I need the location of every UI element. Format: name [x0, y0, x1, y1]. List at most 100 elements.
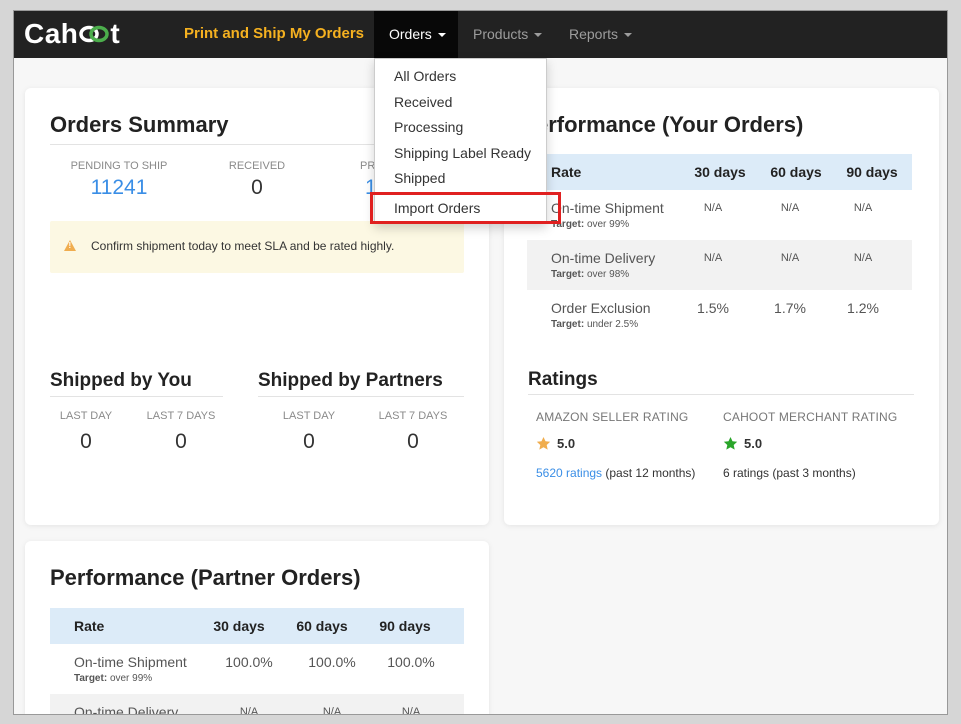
ratings-title: Ratings [528, 369, 598, 390]
value-60-days: 1.7% [774, 300, 806, 316]
value-90-days: N/A [401, 706, 421, 715]
partners-last-7-days-label: LAST 7 DAYS [378, 410, 448, 422]
metric-name: Order Exclusion [551, 300, 651, 316]
value-60-days: N/A [322, 706, 342, 715]
cahoot-merchant-rating-score: 5.0 [723, 436, 762, 451]
value-60-days: N/A [780, 252, 800, 264]
metric-target: Target: over 99% [551, 219, 629, 230]
shipped-by-you-title: Shipped by You [50, 370, 192, 391]
nav-products-menu[interactable]: Products [473, 11, 543, 58]
value-30-days: N/A [239, 706, 259, 715]
screenshot-frame: Cah t Print and Ship My Orders Orders Pr… [0, 0, 961, 724]
menu-item-shipping-label-ready[interactable]: Shipping Label Ready [375, 142, 546, 168]
performance-your-orders-table: Rate 30 days 60 days 90 days On-time Shi… [527, 154, 912, 340]
column-header-90-days: 90 days [379, 618, 431, 634]
orders-dropdown-menu: All Orders Received Processing Shipping … [370, 58, 561, 224]
metric-name: On-time Delivery [74, 704, 179, 715]
nav-products-label: Products [473, 26, 529, 42]
nav-orders-menu[interactable]: Orders [374, 11, 458, 58]
orders-summary-title: Orders Summary [50, 112, 229, 137]
menu-item-processing[interactable]: Processing [375, 116, 546, 142]
value-30-days: N/A [703, 252, 723, 264]
star-icon [723, 436, 738, 450]
column-header-rate: Rate [74, 618, 105, 634]
target-label: Target: [551, 269, 585, 280]
amazon-ratings-link[interactable]: 5620 ratings [536, 466, 602, 480]
logo-text-right: t [110, 18, 121, 49]
target-label: Target: [74, 673, 108, 684]
performance-partner-orders-table: Rate 30 days 60 days 90 days On-time Shi… [50, 608, 464, 715]
chevron-down-icon [437, 33, 446, 38]
target-value: over 98% [586, 269, 630, 280]
pending-to-ship-label: PENDING TO SHIP [70, 160, 168, 172]
table-row: On-time Shipment Target: over 99% N/A N/… [527, 190, 912, 240]
column-header-30-days: 30 days [694, 164, 746, 180]
target-value: under 2.5% [586, 319, 639, 330]
performance-partner-orders-card: Performance (Partner Orders) Rate 30 day… [25, 541, 489, 715]
amazon-seller-rating-score: 5.0 [536, 436, 575, 451]
column-header-60-days: 60 days [770, 164, 822, 180]
metric-name: On-time Delivery [551, 250, 656, 266]
value-60-days: N/A [780, 202, 800, 214]
you-last-7-days-value: 0 [175, 430, 187, 453]
value-90-days: N/A [853, 202, 873, 214]
sla-alert: Confirm shipment today to meet SLA and b… [50, 221, 464, 273]
top-navbar: Cah t Print and Ship My Orders Orders Pr… [14, 11, 947, 58]
shipped-by-partners-title: Shipped by Partners [258, 370, 443, 391]
table-row: On-time Delivery N/A N/A N/A [50, 694, 464, 715]
target-value: over 99% [586, 219, 630, 230]
metric-target: Target: under 2.5% [551, 319, 638, 330]
column-header-90-days: 90 days [846, 164, 898, 180]
amazon-seller-rating-label: AMAZON SELLER RATING [536, 410, 689, 424]
divider [258, 396, 464, 397]
menu-item-import-orders[interactable]: Import Orders [370, 191, 561, 224]
amazon-rating-count: 5620 ratings (past 12 months) [536, 466, 695, 480]
column-header-30-days: 30 days [213, 618, 265, 634]
cahoot-rating-count: 6 ratings (past 3 months) [723, 466, 856, 480]
warning-icon [64, 240, 76, 251]
amazon-rating-period: (past 12 months) [605, 466, 696, 480]
table-row: On-time Shipment Target: over 99% 100.0%… [50, 644, 464, 694]
target-label: Target: [551, 319, 585, 330]
nav-reports-menu[interactable]: Reports [569, 11, 633, 58]
target-value: over 99% [109, 673, 153, 684]
received-value[interactable]: 0 [211, 176, 303, 200]
value-30-days: N/A [703, 202, 723, 214]
app-window: Cah t Print and Ship My Orders Orders Pr… [13, 10, 948, 715]
cahoot-logo[interactable]: Cah t [24, 18, 121, 49]
partners-last-7-days-value: 0 [407, 430, 419, 453]
divider [528, 394, 914, 395]
table-row: Order Exclusion Target: under 2.5% 1.5% … [527, 290, 912, 340]
menu-item-received[interactable]: Received [375, 91, 546, 117]
value-30-days: 1.5% [697, 300, 729, 316]
chevron-down-icon [624, 33, 633, 38]
divider [50, 396, 223, 397]
metric-name: On-time Shipment [74, 654, 187, 670]
value-30-days: 100.0% [225, 654, 273, 670]
value-90-days: N/A [853, 252, 873, 264]
nav-orders-label: Orders [389, 26, 432, 42]
column-header-60-days: 60 days [296, 618, 348, 634]
value-60-days: 100.0% [308, 654, 356, 670]
performance-your-orders-title: erformance (Your Orders) [536, 112, 804, 137]
cahoot-score-value: 5.0 [744, 436, 763, 451]
partners-last-day-value: 0 [303, 430, 315, 453]
star-icon [536, 436, 551, 450]
chevron-down-icon [534, 33, 543, 38]
logo-text-left: Cah [24, 18, 79, 49]
column-header-rate: Rate [551, 164, 582, 180]
you-last-day-value: 0 [80, 430, 92, 453]
pending-to-ship-value[interactable]: 11241 [60, 176, 178, 200]
menu-item-all-orders[interactable]: All Orders [375, 65, 546, 91]
logo-link-icon [79, 25, 110, 43]
amazon-score-value: 5.0 [557, 436, 576, 451]
menu-item-shipped[interactable]: Shipped [375, 167, 546, 193]
sla-alert-text: Confirm shipment today to meet SLA and b… [91, 239, 395, 253]
you-last-day-label: LAST DAY [59, 410, 113, 422]
you-last-7-days-label: LAST 7 DAYS [146, 410, 216, 422]
received-label: RECEIVED [228, 160, 286, 172]
metric-target: Target: over 98% [551, 269, 629, 280]
performance-your-orders-card: erformance (Your Orders) Rate 30 days 60… [504, 88, 939, 525]
print-and-ship-link[interactable]: Print and Ship My Orders [184, 25, 364, 42]
table-row: On-time Delivery Target: over 98% N/A N/… [527, 240, 912, 290]
